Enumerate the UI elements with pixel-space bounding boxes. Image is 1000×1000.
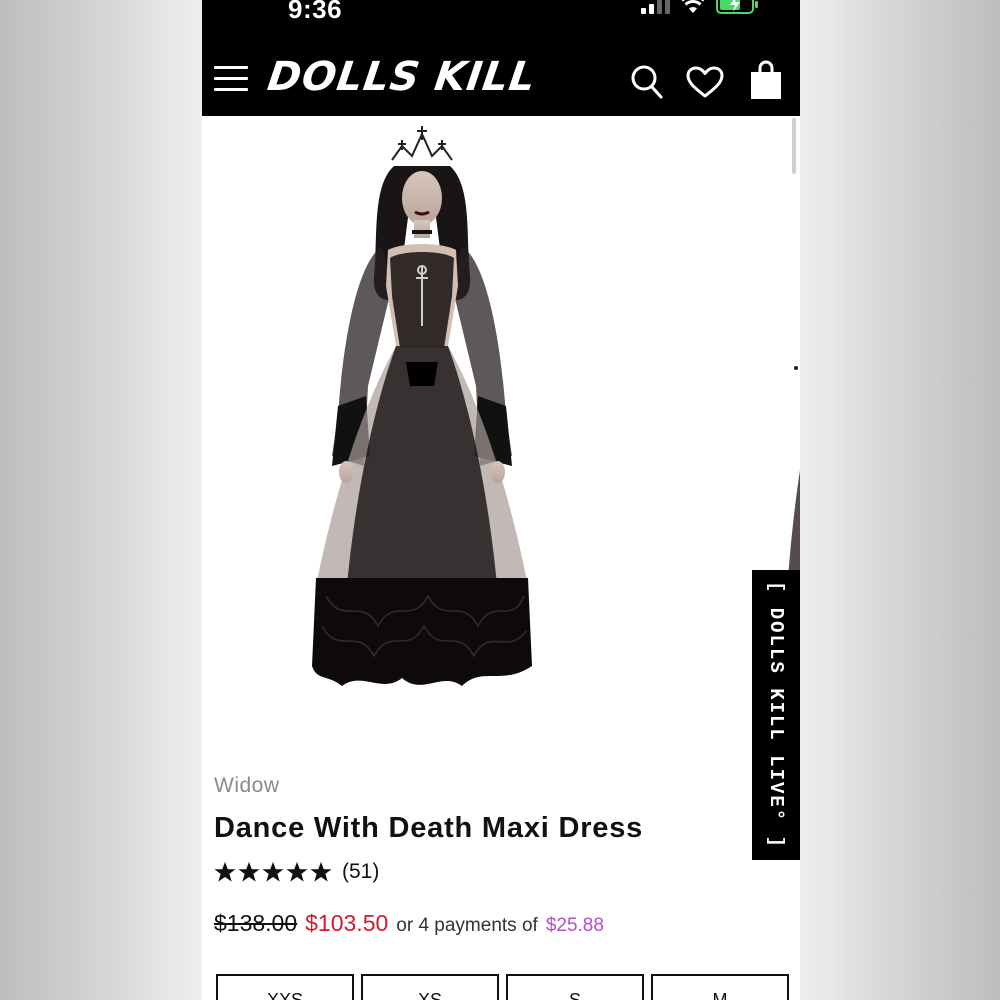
- product-brand[interactable]: Widow: [214, 774, 280, 798]
- search-icon[interactable]: [630, 64, 664, 100]
- product-title: Dance With Death Maxi Dress: [214, 812, 644, 844]
- shopping-bag-icon[interactable]: [750, 60, 782, 100]
- next-product-image-peek[interactable]: [786, 360, 800, 580]
- star-icon: [238, 861, 260, 882]
- wifi-icon: [681, 0, 705, 13]
- size-option-xs[interactable]: XS: [361, 974, 499, 1000]
- status-bar: 9:36: [202, 0, 800, 24]
- cellular-signal-icon: [641, 0, 670, 14]
- scrollbar-thumb[interactable]: [792, 118, 796, 174]
- installment-amount[interactable]: $25.88: [546, 915, 604, 937]
- review-count[interactable]: (51): [342, 860, 379, 884]
- star-icon: [286, 861, 308, 882]
- original-price: $138.00: [214, 910, 298, 936]
- sale-price: $103.50: [305, 910, 389, 936]
- hamburger-menu-icon[interactable]: [214, 66, 248, 92]
- price-row: $138.00 $103.50 or 4 payments of $25.88: [214, 910, 604, 937]
- size-option-xxs[interactable]: XXS: [216, 974, 354, 1000]
- site-logo[interactable]: DOLLS KILL: [265, 54, 539, 100]
- star-icon: [262, 861, 284, 882]
- heart-icon[interactable]: [686, 66, 724, 98]
- phone-screen: 9:36 DOLLS KILL [DOLLS KILL LIVE°] Wid…: [202, 0, 800, 1000]
- product-image[interactable]: [302, 126, 642, 726]
- installments-text: or 4 payments of: [396, 915, 538, 936]
- status-icons: [641, 0, 758, 14]
- status-time: 9:36: [288, 0, 343, 24]
- battery-icon: [716, 0, 758, 14]
- size-option-m[interactable]: M: [651, 974, 789, 1000]
- star-icon: [214, 861, 236, 882]
- site-header: DOLLS KILL: [202, 24, 800, 116]
- size-option-s[interactable]: S: [506, 974, 644, 1000]
- star-icon: [310, 861, 332, 882]
- size-selector: XXS XS S M: [216, 974, 789, 1000]
- product-rating[interactable]: (51): [214, 860, 379, 884]
- rating-stars: [214, 861, 332, 883]
- live-tab-label: [ DOLLS KILL LIVE° ]: [765, 580, 787, 850]
- dolls-kill-live-tab[interactable]: [ DOLLS KILL LIVE° ]: [752, 570, 800, 860]
